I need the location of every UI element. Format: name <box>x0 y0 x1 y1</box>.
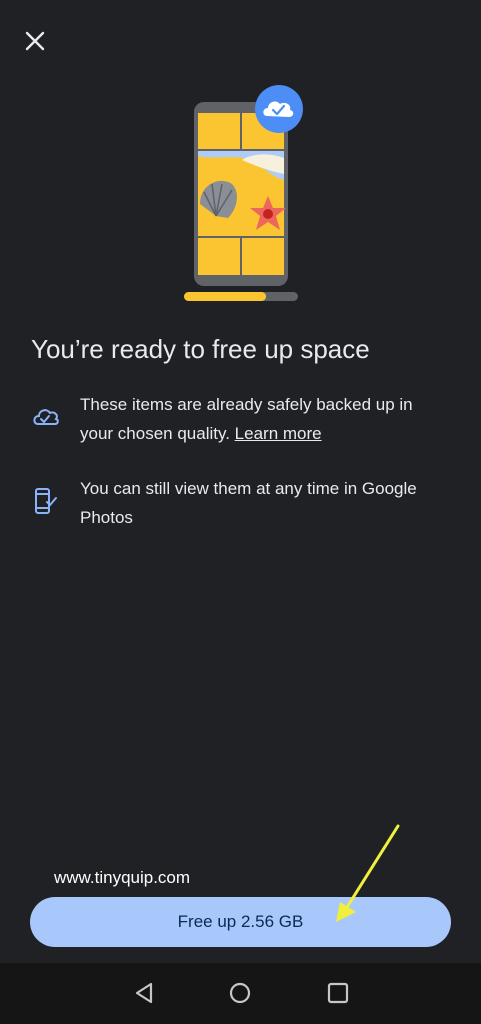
info-text-backed-up: These items are already safely backed up… <box>80 390 450 448</box>
phone-backup-illustration <box>184 85 303 301</box>
annotation-arrow-icon <box>336 824 400 922</box>
close-button[interactable] <box>20 26 50 56</box>
home-circle-icon[interactable] <box>227 980 253 1006</box>
cloud-done-icon <box>33 409 59 425</box>
system-navigation-bar <box>0 963 481 1024</box>
storage-progress-fill <box>184 292 267 301</box>
phone-check-icon <box>35 488 57 514</box>
page-title: You’re ready to free up space <box>31 334 370 364</box>
learn-more-link[interactable]: Learn more <box>235 424 322 443</box>
free-up-space-button-label: Free up 2.56 GB <box>177 912 304 931</box>
close-icon <box>25 31 45 51</box>
recents-square-icon[interactable] <box>325 980 351 1006</box>
info-text-view-anytime: You can still view them at any time in G… <box>80 479 417 527</box>
watermark-text: www.tinyquip.com <box>54 868 191 887</box>
cloud-check-icon <box>255 85 303 133</box>
back-triangle-icon[interactable] <box>131 980 157 1006</box>
